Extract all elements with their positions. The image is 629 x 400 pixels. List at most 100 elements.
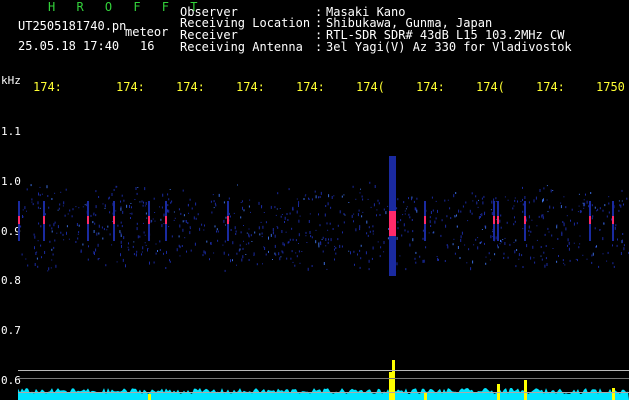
noise-pixel	[516, 249, 518, 251]
noise-pixel	[195, 202, 197, 206]
noise-pixel	[331, 196, 333, 199]
noise-pixel	[168, 226, 170, 228]
noise-pixel	[31, 198, 33, 201]
noise-pixel	[51, 198, 53, 200]
noise-pixel	[102, 203, 104, 205]
noise-pixel	[376, 214, 377, 217]
noise-pixel	[307, 267, 309, 271]
x-tick-label: 174(	[356, 80, 385, 94]
noise-pixel	[318, 213, 319, 216]
noise-pixel	[612, 244, 613, 247]
noise-pixel	[78, 224, 80, 227]
noise-pixel	[455, 192, 457, 194]
noise-pixel	[212, 194, 214, 196]
noise-pixel	[576, 222, 578, 225]
noise-pixel	[546, 199, 548, 201]
noise-pixel	[586, 200, 588, 204]
noise-pixel	[371, 257, 373, 260]
noise-pixel	[116, 261, 118, 263]
noise-pixel	[585, 193, 586, 196]
noise-pixel	[67, 213, 69, 215]
noise-pixel	[348, 202, 350, 203]
noise-pixel	[534, 261, 536, 264]
noise-pixel	[242, 247, 244, 250]
noise-pixel	[250, 234, 252, 237]
noise-pixel	[530, 230, 532, 233]
noise-pixel	[120, 207, 122, 211]
noise-pixel	[591, 217, 593, 220]
noise-pixel	[550, 189, 552, 193]
noise-pixel	[77, 233, 79, 235]
noise-pixel	[305, 231, 307, 234]
noise-pixel	[120, 200, 121, 203]
noise-pixel	[564, 264, 566, 266]
meteor-spike	[389, 372, 392, 400]
noise-pixel	[123, 199, 125, 202]
meteor-echo-core	[612, 216, 614, 224]
noise-pixel	[109, 233, 111, 236]
noise-pixel	[513, 223, 515, 226]
noise-pixel	[170, 201, 172, 204]
noise-pixel	[289, 238, 291, 241]
noise-pixel	[275, 214, 277, 216]
noise-pixel	[341, 195, 343, 198]
noise-pixel	[167, 204, 169, 207]
noise-pixel	[209, 258, 210, 261]
noise-pixel	[315, 195, 317, 199]
noise-pixel	[87, 258, 89, 261]
noise-pixel	[473, 244, 475, 246]
noise-pixel	[542, 199, 543, 203]
noise-pixel	[281, 214, 283, 215]
noise-pixel	[121, 194, 123, 197]
noise-pixel	[551, 234, 553, 237]
noise-pixel	[329, 222, 331, 225]
noise-pixel	[189, 231, 191, 235]
noise-pixel	[411, 219, 413, 221]
waterfall-divider	[18, 378, 629, 379]
noise-pixel	[275, 253, 277, 256]
noise-pixel	[292, 206, 294, 209]
noise-pixel	[560, 202, 562, 204]
noise-pixel	[66, 231, 67, 235]
noise-pixel	[223, 251, 225, 255]
noise-pixel	[171, 235, 173, 238]
noise-pixel	[368, 259, 370, 263]
noise-pixel	[129, 205, 130, 208]
noise-pixel	[531, 219, 533, 221]
noise-pixel	[385, 211, 387, 215]
noise-pixel	[33, 233, 35, 236]
noise-pixel	[197, 213, 199, 216]
noise-pixel	[203, 229, 205, 231]
noise-pixel	[161, 206, 163, 209]
noise-pixel	[98, 232, 100, 235]
noise-pixel	[369, 230, 371, 233]
noise-pixel	[129, 213, 131, 215]
noise-pixel	[136, 227, 138, 231]
noise-pixel	[54, 239, 56, 242]
noise-pixel	[623, 247, 625, 251]
noise-pixel	[479, 242, 481, 244]
noise-pixel	[120, 253, 121, 257]
noise-pixel	[310, 235, 312, 238]
noise-pixel	[48, 206, 50, 209]
noise-pixel	[37, 201, 39, 205]
noise-pixel	[55, 264, 57, 268]
meteor-echo-core	[392, 211, 396, 236]
noise-pixel	[565, 206, 567, 209]
noise-pixel	[383, 208, 385, 211]
noise-pixel	[522, 228, 524, 230]
noise-pixel	[495, 219, 497, 220]
noise-pixel	[414, 207, 416, 211]
noise-pixel	[611, 218, 612, 221]
noise-pixel	[37, 240, 39, 242]
noise-pixel	[616, 244, 618, 247]
meteor-echo-core	[589, 216, 591, 224]
noise-pixel	[578, 205, 580, 207]
noise-pixel	[258, 201, 260, 205]
noise-pixel	[481, 213, 483, 217]
noise-pixel	[155, 252, 157, 255]
noise-pixel	[179, 224, 181, 228]
noise-pixel	[40, 225, 42, 228]
noise-pixel	[270, 233, 272, 237]
noise-pixel	[240, 216, 242, 219]
